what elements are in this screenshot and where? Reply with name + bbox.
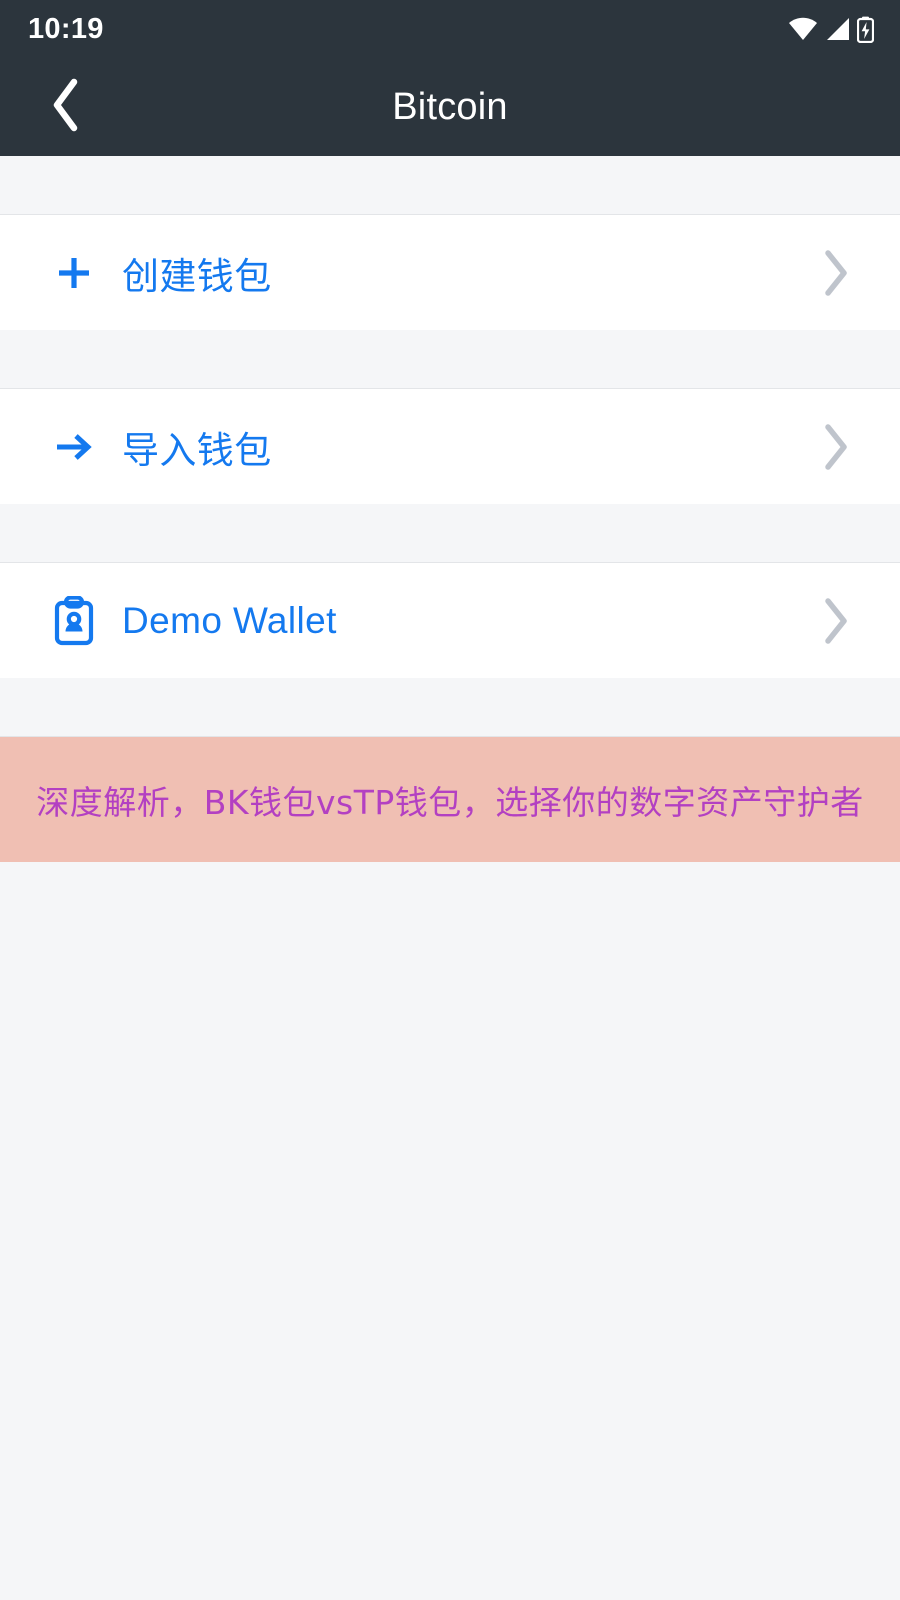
list-item-label: Demo Wallet [122, 599, 337, 641]
status-bar-clock: 10:19 [28, 12, 104, 45]
list-item-label: 创建钱包 [122, 255, 272, 297]
status-bar: 10:19 [0, 0, 900, 58]
phone-screen: 10:19 Bitcoin 创建钱包 导入钱包 Demo Wallet 深度解析… [0, 0, 900, 1600]
back-button[interactable] [30, 71, 102, 143]
list-item-label: 导入钱包 [122, 429, 272, 471]
page-empty-area [0, 862, 900, 1600]
list-item-create-wallet[interactable]: 创建钱包 [0, 215, 900, 330]
contact-card-icon [48, 595, 100, 646]
chevron-right-icon [816, 596, 856, 646]
list-spacer-2 [0, 504, 900, 563]
page-title: Bitcoin [392, 85, 508, 128]
arrow-right-icon [48, 431, 100, 463]
app-bar: Bitcoin [0, 58, 900, 156]
chevron-left-icon [48, 77, 84, 138]
wifi-icon [788, 17, 818, 41]
battery-charging-icon [857, 16, 874, 43]
plus-icon [48, 254, 100, 292]
list-spacer-1 [0, 330, 900, 389]
status-bar-icons [788, 16, 874, 43]
chevron-right-icon [816, 422, 856, 472]
list-spacer-top [0, 156, 900, 215]
chevron-right-icon [816, 248, 856, 298]
promo-banner[interactable]: 深度解析，BK钱包vsTP钱包，选择你的数字资产守护者 [0, 737, 900, 862]
list-item-import-wallet[interactable]: 导入钱包 [0, 389, 900, 504]
list-item-demo-wallet[interactable]: Demo Wallet [0, 563, 900, 678]
promo-banner-text: 深度解析，BK钱包vsTP钱包，选择你的数字资产守护者 [36, 782, 864, 822]
list-spacer-3 [0, 678, 900, 737]
cellular-signal-icon [825, 17, 850, 41]
